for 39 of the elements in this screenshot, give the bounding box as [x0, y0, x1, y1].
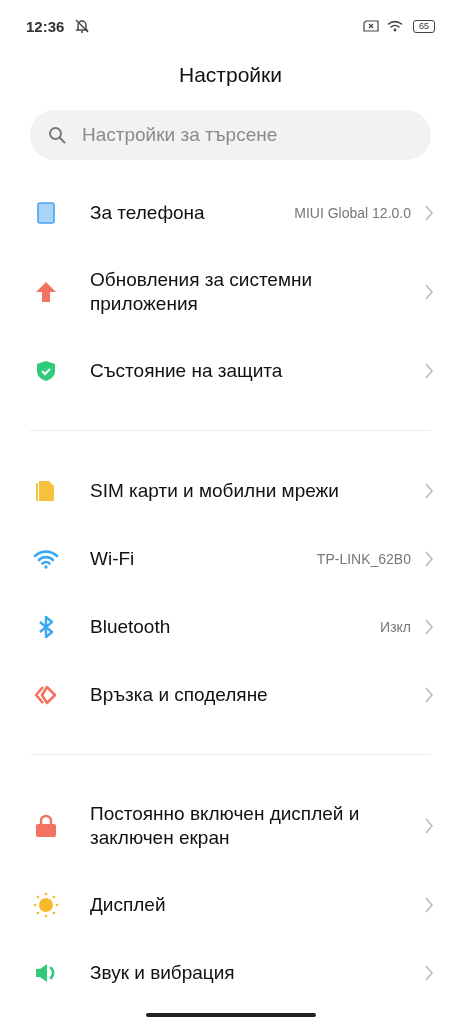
chevron-icon — [425, 687, 433, 703]
no-sim-icon — [363, 20, 379, 32]
wifi-icon — [33, 549, 59, 569]
lock-icon — [35, 814, 57, 838]
settings-item[interactable]: За телефона MIUI Global 12.0.0 — [0, 179, 461, 247]
chevron-icon — [425, 284, 433, 300]
settings-item[interactable]: Bluetooth Изкл — [0, 593, 461, 661]
chevron-icon — [425, 205, 433, 221]
muted-bell-icon — [74, 18, 91, 34]
chevron-icon — [425, 483, 433, 499]
chevron-icon — [425, 897, 433, 913]
settings-item[interactable]: Wi-Fi TP-LINK_62B0 — [0, 525, 461, 593]
status-time: 12:36 — [26, 17, 65, 35]
chevron-icon — [425, 619, 433, 635]
settings-item[interactable]: Връзка и споделяне — [0, 661, 461, 729]
up-arrow-icon — [35, 281, 57, 303]
sim-card-icon — [35, 480, 57, 502]
settings-item[interactable]: Звук и вибрация — [0, 939, 461, 1007]
wifi-icon — [387, 19, 405, 33]
share-icon — [34, 684, 58, 706]
home-indicator[interactable] — [145, 1013, 316, 1017]
phone-icon — [37, 202, 55, 224]
battery-icon: 65 — [413, 19, 435, 33]
bluetooth-icon — [38, 615, 54, 639]
settings-item[interactable]: Обновления за системни приложения — [0, 247, 461, 337]
chevron-icon — [425, 965, 433, 981]
chevron-icon — [425, 818, 433, 834]
chevron-icon — [425, 551, 433, 567]
chevron-icon — [425, 363, 433, 379]
search-icon — [48, 126, 66, 144]
shield-check-icon — [36, 360, 56, 382]
settings-item[interactable]: Постоянно включен дисплей и заключен екран — [0, 781, 461, 871]
settings-item[interactable]: SIM карти и мобилни мрежи — [0, 457, 461, 525]
settings-item[interactable]: Дисплей — [0, 871, 461, 939]
page-title: Настройки — [178, 62, 283, 88]
settings-item[interactable]: Състояние на защита — [0, 337, 461, 405]
speaker-icon — [35, 962, 57, 984]
search-field[interactable]: Настройки за търсене — [30, 110, 431, 160]
sun-icon — [33, 892, 59, 918]
